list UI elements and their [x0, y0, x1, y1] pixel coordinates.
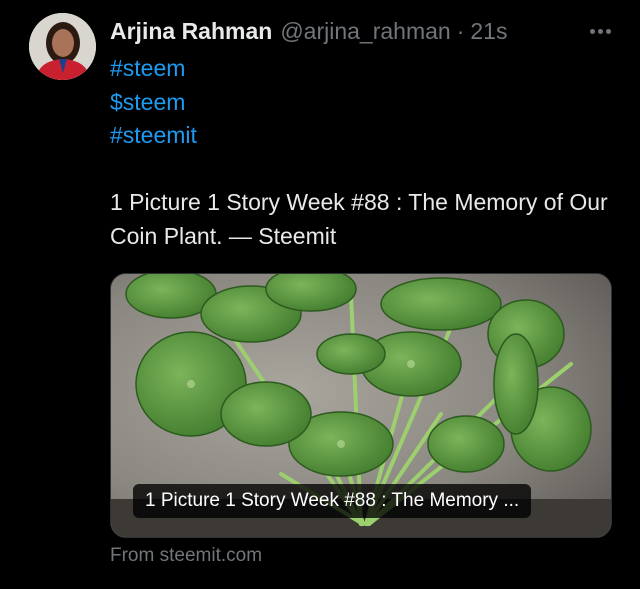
user-avatar-icon [29, 13, 96, 80]
author-handle[interactable]: @arjina_rahman [280, 18, 450, 45]
author-avatar[interactable] [29, 13, 96, 80]
author-name[interactable]: Arjina Rahman [110, 18, 272, 45]
card-title: 1 Picture 1 Story Week #88 : The Memory … [133, 484, 532, 518]
more-options-icon[interactable] [580, 14, 620, 48]
link-preview-card[interactable]: 1 Picture 1 Story Week #88 : The Memory … [110, 273, 612, 538]
post-header: Arjina Rahman @arjina_rahman · 21s [110, 14, 620, 48]
header-separator: · [456, 17, 465, 44]
post-timestamp[interactable]: 21s [470, 18, 507, 45]
hashtag-link[interactable]: #steemit [110, 119, 197, 153]
hashtag-link[interactable]: #steem [110, 52, 197, 86]
card-source[interactable]: From steemit.com [110, 545, 262, 567]
cashtag-link[interactable]: $steem [110, 86, 197, 120]
hashtag-list: #steem $steem #steemit [110, 52, 197, 153]
post-text: 1 Picture 1 Story Week #88 : The Memory … [110, 189, 608, 249]
